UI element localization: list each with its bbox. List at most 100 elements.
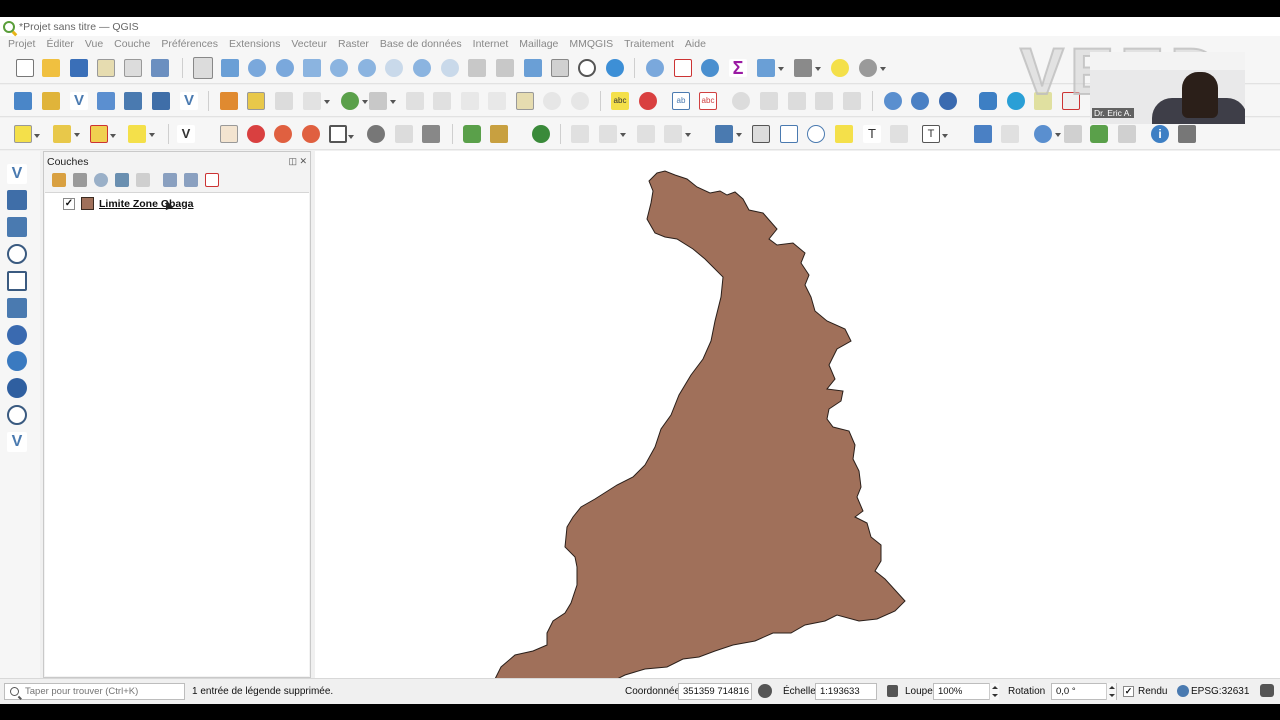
split-features-icon[interactable]: [637, 125, 655, 143]
style-manager-icon[interactable]: [151, 59, 169, 77]
cut-features-icon[interactable]: [461, 92, 479, 110]
add-group-icon[interactable]: [73, 173, 87, 187]
label-toolbar-abc-icon[interactable]: abc: [611, 92, 629, 110]
crosshair-icon[interactable]: [1001, 125, 1019, 143]
processing-model-icon[interactable]: [490, 125, 508, 143]
network-globe-icon[interactable]: [367, 125, 385, 143]
rotate-feature-icon[interactable]: [599, 125, 626, 143]
panel-float-close-buttons[interactable]: ◫ ✕: [288, 156, 307, 167]
rotate-label-icon[interactable]: [760, 92, 778, 110]
annotation-tools-icon[interactable]: [859, 59, 886, 77]
wms-globe-icon[interactable]: [911, 92, 929, 110]
rotation-spinner[interactable]: [1106, 683, 1116, 700]
add-vector-icon[interactable]: V: [7, 164, 27, 184]
expand-all-icon[interactable]: [163, 173, 177, 187]
collapse-all-icon[interactable]: [184, 173, 198, 187]
select-by-value-icon[interactable]: [53, 125, 80, 143]
save-project-icon[interactable]: [70, 59, 88, 77]
add-layer-green-icon[interactable]: [1090, 125, 1108, 143]
new-geopackage-layer-icon[interactable]: [42, 92, 60, 110]
gbaga-zone-polygon[interactable]: [490, 170, 906, 714]
zoom-layer-icon[interactable]: [358, 59, 376, 77]
lock-scale-icon[interactable]: [887, 685, 898, 697]
digitize-icon[interactable]: [303, 92, 330, 110]
wrench-tool-icon[interactable]: [1178, 125, 1196, 143]
select-annotation-icon[interactable]: [752, 125, 770, 143]
vertex-tool-icon[interactable]: [369, 92, 396, 110]
new-temporary-layer-icon[interactable]: [124, 92, 142, 110]
locator-search-box[interactable]: [4, 683, 185, 700]
menu-extensions[interactable]: Extensions: [229, 38, 280, 50]
menu-raster[interactable]: Raster: [338, 38, 369, 50]
map-canvas[interactable]: [315, 151, 1280, 714]
show-hide-labels-icon[interactable]: abc: [699, 92, 717, 110]
add-spatialite-icon[interactable]: [7, 298, 27, 318]
temporal-controller-icon[interactable]: [578, 59, 596, 77]
add-delimited-text-icon[interactable]: [7, 244, 27, 264]
zoom-native-icon[interactable]: [385, 59, 403, 77]
layer-row-limite-zone-gbaga[interactable]: ✓ Limite Zone Gbaga: [63, 197, 194, 210]
toggle-editing-icon[interactable]: [247, 92, 265, 110]
render-checkbox[interactable]: ✓: [1123, 686, 1134, 697]
show-bookmarks-icon[interactable]: [551, 59, 569, 77]
remove-layer-icon[interactable]: [205, 173, 219, 187]
zoom-full-icon[interactable]: [303, 59, 321, 77]
redo-icon[interactable]: [571, 92, 589, 110]
info-icon[interactable]: i: [1151, 125, 1169, 143]
disabled-tool-icon[interactable]: [1118, 125, 1136, 143]
leaf-plugin-icon[interactable]: [532, 125, 550, 143]
polygon-annotation-icon[interactable]: [780, 125, 798, 143]
text-annotation-icon[interactable]: [715, 125, 742, 143]
menu-internet[interactable]: Internet: [473, 38, 509, 50]
add-wms-icon[interactable]: [7, 351, 27, 371]
scale-field[interactable]: 1:193633: [815, 683, 877, 700]
measure-line-icon[interactable]: [794, 59, 821, 77]
menu-aide[interactable]: Aide: [685, 38, 706, 50]
crs-globe-icon[interactable]: [1177, 685, 1189, 697]
menu-base-de-donnees[interactable]: Base de données: [380, 38, 462, 50]
annotation-extra-icon[interactable]: [890, 125, 908, 143]
measure-tool-icon[interactable]: [1064, 125, 1082, 143]
identify-features-icon[interactable]: [646, 59, 664, 77]
open-project-icon[interactable]: [42, 59, 60, 77]
menu-preferences[interactable]: Préférences: [161, 38, 218, 50]
coordinate-toggle-icon[interactable]: [758, 684, 772, 698]
pin-labels-icon[interactable]: ab: [672, 92, 690, 110]
quickmap-services-icon[interactable]: [939, 92, 957, 110]
zoom-in-icon[interactable]: [248, 59, 266, 77]
add-vector-layer-icon[interactable]: V: [180, 92, 198, 110]
data-source-manager-icon[interactable]: [14, 92, 32, 110]
add-gps-icon[interactable]: [7, 271, 27, 291]
zoom-selection-icon[interactable]: [330, 59, 348, 77]
statistics-sum-icon[interactable]: Σ: [729, 59, 747, 77]
add-mesh-icon[interactable]: [7, 217, 27, 237]
zoom-to-coord-icon[interactable]: [274, 125, 292, 143]
coordinate-capture-icon[interactable]: [247, 125, 265, 143]
extent-tool-icon[interactable]: [329, 125, 354, 143]
line-annotation-icon[interactable]: [807, 125, 825, 143]
marker-annotation-icon[interactable]: [835, 125, 853, 143]
magnifier-spinner[interactable]: [989, 683, 999, 700]
layout-manager-icon[interactable]: [124, 59, 142, 77]
menu-mmqgis[interactable]: MMQGIS: [569, 38, 613, 50]
new-project-icon[interactable]: [16, 59, 34, 77]
current-edits-icon[interactable]: [220, 92, 238, 110]
georeferencer-icon[interactable]: [220, 125, 238, 143]
refresh-icon[interactable]: [606, 59, 624, 77]
python-console-icon[interactable]: [979, 92, 997, 110]
layer-visibility-checkbox[interactable]: ✓: [63, 197, 75, 210]
menu-traitement[interactable]: Traitement: [624, 38, 674, 50]
menu-maillage[interactable]: Maillage: [519, 38, 558, 50]
save-edits-icon[interactable]: [275, 92, 293, 110]
move-label-icon[interactable]: [732, 92, 750, 110]
add-wfs-icon[interactable]: [7, 378, 27, 398]
open-layer-styling-icon[interactable]: [52, 173, 66, 187]
add-raster-icon[interactable]: [7, 190, 27, 210]
vertex-editor-icon[interactable]: [395, 125, 413, 143]
diagram-icon[interactable]: [843, 92, 861, 110]
new-shapefile-icon[interactable]: V: [70, 92, 88, 110]
add-virtual-layer-icon[interactable]: [7, 405, 27, 425]
change-label-icon[interactable]: [788, 92, 806, 110]
select-features-icon[interactable]: [14, 125, 40, 143]
new-map-view-icon[interactable]: [468, 59, 486, 77]
